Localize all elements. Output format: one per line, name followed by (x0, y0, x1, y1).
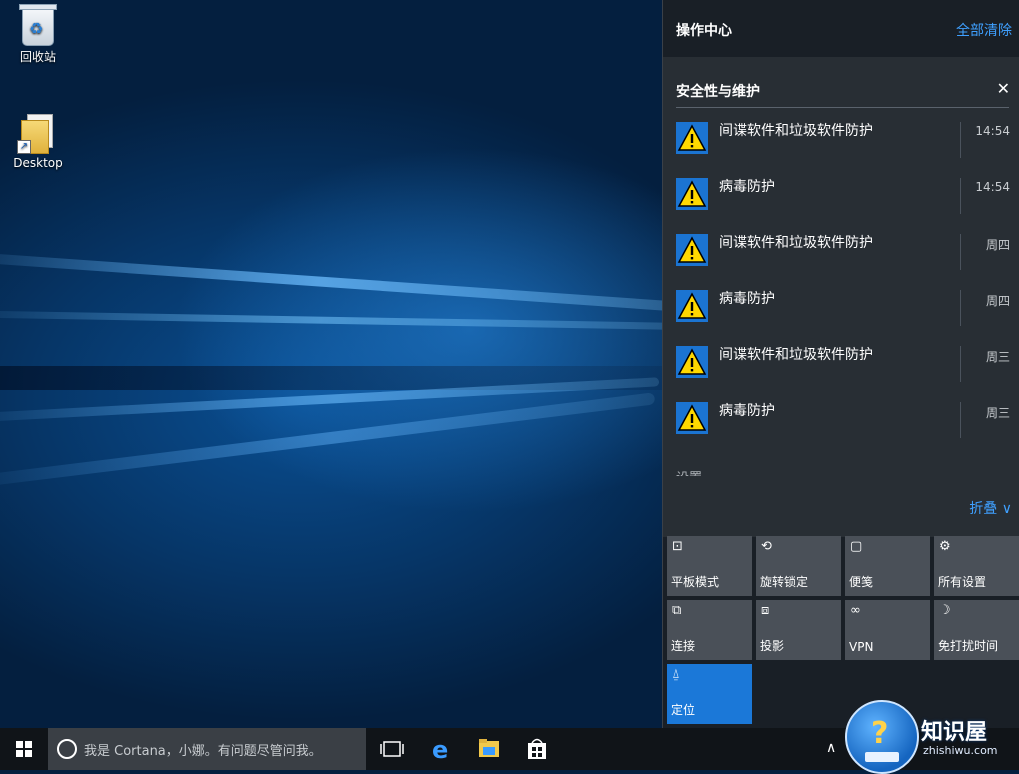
quick-action-label: 定位 (671, 703, 696, 717)
quick-action-label: 投影 (760, 639, 785, 653)
notification-separator (960, 402, 961, 438)
notification-text: 病毒防护 (719, 291, 775, 307)
notification-item[interactable]: 间谍软件和垃圾软件防护 14:54 (663, 114, 1019, 170)
quick-action-label: VPN (849, 640, 874, 654)
edge-icon: e (432, 736, 448, 764)
notification-text: 间谍软件和垃圾软件防护 (719, 123, 873, 139)
notification-separator (960, 346, 961, 382)
desktop-icon-label: Desktop (13, 156, 63, 170)
group-divider (676, 107, 1009, 108)
notification-item[interactable]: 间谍软件和垃圾软件防护 周三 (663, 338, 1019, 394)
notification-time: 14:54 (975, 180, 1010, 194)
notification-item[interactable]: 病毒防护 周四 (663, 282, 1019, 338)
quick-action-location[interactable]: ⍙ 定位 (667, 664, 752, 724)
wallpaper-light-beam (0, 250, 699, 314)
quick-action-tablet-mode[interactable]: ⊡ 平板模式 (667, 536, 752, 596)
start-button[interactable] (0, 728, 48, 770)
store-bag-icon (528, 738, 546, 759)
notification-time: 周四 (985, 238, 1010, 252)
edge-browser-button[interactable]: e (418, 728, 464, 770)
quick-action-label: 免打扰时间 (938, 639, 999, 653)
task-view-icon (380, 741, 404, 757)
quick-action-vpn[interactable]: ∞ VPN (845, 600, 930, 660)
notification-text: 病毒防护 (719, 179, 775, 195)
project-icon: ⧈ (761, 603, 770, 618)
action-center-panel: 操作中心 全部清除 安全性与维护 ✕ 间谍软件和垃圾软件防护 14:54 病毒防… (662, 0, 1019, 728)
notification-separator (960, 178, 961, 214)
warning-icon (676, 402, 708, 434)
notification-separator (960, 234, 961, 270)
wallpaper-light-beam (0, 310, 700, 331)
note-icon: ▢ (850, 539, 863, 554)
cortana-search-box[interactable]: 我是 Cortana，小娜。有问题尽管问我。 (48, 728, 366, 770)
search-placeholder: 我是 Cortana，小娜。有问题尽管问我。 (84, 744, 322, 759)
notification-time: 14:54 (975, 124, 1010, 138)
file-explorer-button[interactable] (466, 728, 512, 770)
notification-item[interactable]: 间谍软件和垃圾软件防护 周四 (663, 226, 1019, 282)
quick-action-quiet-hours[interactable]: ☽ 免打扰时间 (934, 600, 1019, 660)
connect-icon: ⧉ (672, 603, 682, 618)
warning-icon (676, 122, 708, 154)
task-view-button[interactable] (369, 728, 415, 770)
notification-item[interactable]: 病毒防护 14:54 (663, 170, 1019, 226)
warning-icon (676, 346, 708, 378)
show-hidden-icons-chevron-icon[interactable]: ∧ (826, 740, 836, 756)
warning-icon (676, 234, 708, 266)
warning-icon (676, 178, 708, 210)
settings-gear-icon: ⚙ (939, 539, 951, 554)
notification-item[interactable]: 病毒防护 周三 (663, 394, 1019, 450)
quick-action-all-settings[interactable]: ⚙ 所有设置 (934, 536, 1019, 596)
quick-action-project[interactable]: ⧈ 投影 (756, 600, 841, 660)
tablet-mode-icon: ⊡ (672, 539, 683, 554)
notification-group-security: 安全性与维护 ✕ 间谍软件和垃圾软件防护 14:54 病毒防护 14:54 间谍… (663, 57, 1019, 537)
desktop-shortcut-icon: ↗ (17, 114, 55, 154)
notification-time: 周三 (985, 350, 1010, 364)
rotation-lock-icon: ⟲ (761, 539, 772, 554)
folder-icon (479, 739, 499, 757)
notification-text: 病毒防护 (719, 403, 775, 419)
notification-group-title: 安全性与维护 (676, 84, 760, 100)
quick-action-label: 连接 (671, 639, 696, 653)
svg-text:e: e (432, 736, 448, 764)
watermark-badge-icon: ? (845, 700, 919, 774)
quick-action-connect[interactable]: ⧉ 连接 (667, 600, 752, 660)
quick-action-label: 便笺 (849, 575, 874, 589)
action-center-title: 操作中心 (676, 23, 732, 39)
notification-time: 周四 (985, 294, 1010, 308)
notification-separator (960, 290, 961, 326)
action-center-header: 操作中心 全部清除 (663, 0, 1019, 57)
store-button[interactable] (514, 728, 560, 770)
notification-separator (960, 122, 961, 158)
collapse-button[interactable]: 折叠 ∨ (969, 498, 1012, 518)
cortana-icon (57, 739, 77, 759)
quick-action-label: 平板模式 (671, 575, 720, 589)
clear-all-link[interactable]: 全部清除 (956, 20, 1012, 40)
windows-logo-icon (16, 741, 32, 757)
desktop-icon-recycle-bin[interactable]: ♻ 回收站 (2, 4, 74, 65)
watermark-title: 知识屋 (921, 720, 988, 745)
watermark-logo: ? 知识屋 zhishiwu.com (845, 692, 1019, 774)
recycle-bin-icon: ♻ (19, 4, 57, 46)
quick-action-rotation-lock[interactable]: ⟲ 旋转锁定 (756, 536, 841, 596)
desktop-icon-label: 回收站 (19, 50, 56, 64)
quiet-hours-moon-icon: ☽ (939, 603, 951, 618)
vpn-icon: ∞ (850, 603, 861, 618)
notification-text: 间谍软件和垃圾软件防护 (719, 347, 873, 363)
notification-text: 间谍软件和垃圾软件防护 (719, 235, 873, 251)
notification-peek-text: 设置 (676, 467, 702, 476)
quick-action-label: 旋转锁定 (760, 575, 809, 589)
notification-time: 周三 (985, 406, 1010, 420)
quick-action-note[interactable]: ▢ 便笺 (845, 536, 930, 596)
quick-action-label: 所有设置 (938, 575, 987, 589)
desktop-icon-desktop[interactable]: ↗ Desktop (2, 114, 74, 170)
close-group-button[interactable]: ✕ (997, 79, 1010, 98)
warning-icon (676, 290, 708, 322)
location-icon: ⍙ (672, 667, 680, 682)
watermark-url: zhishiwu.com (923, 744, 998, 757)
